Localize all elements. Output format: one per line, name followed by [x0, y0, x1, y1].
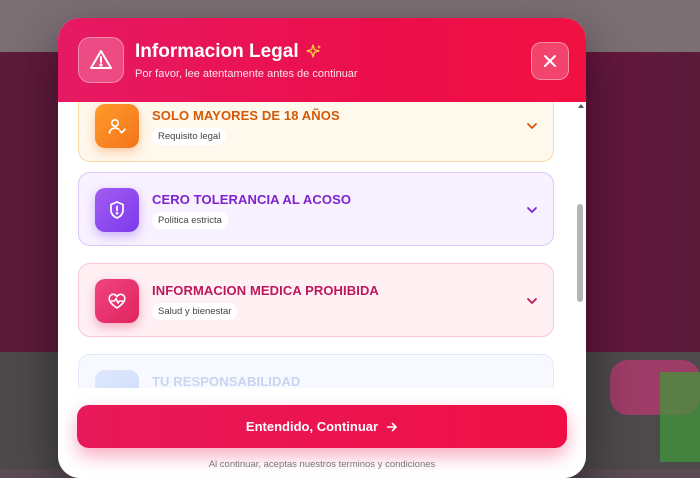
card-title: CERO TOLERANCIA AL ACOSO [152, 192, 352, 207]
heart-pulse-icon [95, 279, 139, 323]
chevron-down-icon[interactable] [525, 119, 539, 133]
legal-cards-list[interactable]: SOLO MAYORES DE 18 AÑOS Requisito legal … [58, 102, 586, 388]
close-icon [544, 55, 556, 67]
scrollbar-thumb[interactable] [577, 204, 583, 302]
scrollbar[interactable] [575, 102, 586, 402]
shield-alert-icon [95, 188, 139, 232]
close-button[interactable] [531, 42, 569, 80]
warning-triangle-icon [78, 37, 124, 83]
scroll-up-arrow-icon[interactable] [578, 104, 584, 108]
legal-info-modal: Informacion Legal Por favor, lee atentam… [58, 18, 586, 478]
modal-subtitle: Por favor, lee atentamente antes de cont… [135, 68, 358, 80]
background-shape [660, 372, 700, 462]
legal-card-responsibility[interactable]: TU RESPONSABILIDAD [78, 354, 554, 388]
card-title: INFORMACION MEDICA PROHIBIDA [152, 283, 379, 298]
legal-card-medical[interactable]: INFORMACION MEDICA PROHIBIDA Salud y bie… [78, 263, 554, 337]
legal-card-harassment[interactable]: CERO TOLERANCIA AL ACOSO Politica estric… [78, 172, 554, 246]
continue-button-label: Entendido, Continuar [245, 419, 379, 434]
terms-note: Al continuar, aceptas nuestros terminos … [208, 459, 436, 470]
continue-button[interactable]: Entendido, Continuar [77, 405, 567, 448]
arrow-right-icon [386, 422, 397, 431]
modal-title: Informacion Legal [135, 41, 299, 62]
legal-card-age[interactable]: SOLO MAYORES DE 18 AÑOS Requisito legal [78, 102, 554, 162]
modal-footer: Entendido, Continuar Al continuar, acept… [58, 388, 586, 478]
user-check-icon [95, 104, 139, 148]
sparkle-icon [305, 44, 321, 58]
card-tag: Requisito legal [152, 128, 227, 145]
info-icon [95, 370, 139, 388]
card-title: SOLO MAYORES DE 18 AÑOS [152, 108, 340, 123]
modal-header: Informacion Legal Por favor, lee atentam… [58, 18, 586, 102]
chevron-down-icon[interactable] [525, 203, 539, 217]
card-tag: Salud y bienestar [152, 303, 238, 320]
card-title: TU RESPONSABILIDAD [152, 374, 301, 388]
card-tag: Politica estricta [152, 212, 228, 229]
chevron-down-icon[interactable] [525, 294, 539, 308]
